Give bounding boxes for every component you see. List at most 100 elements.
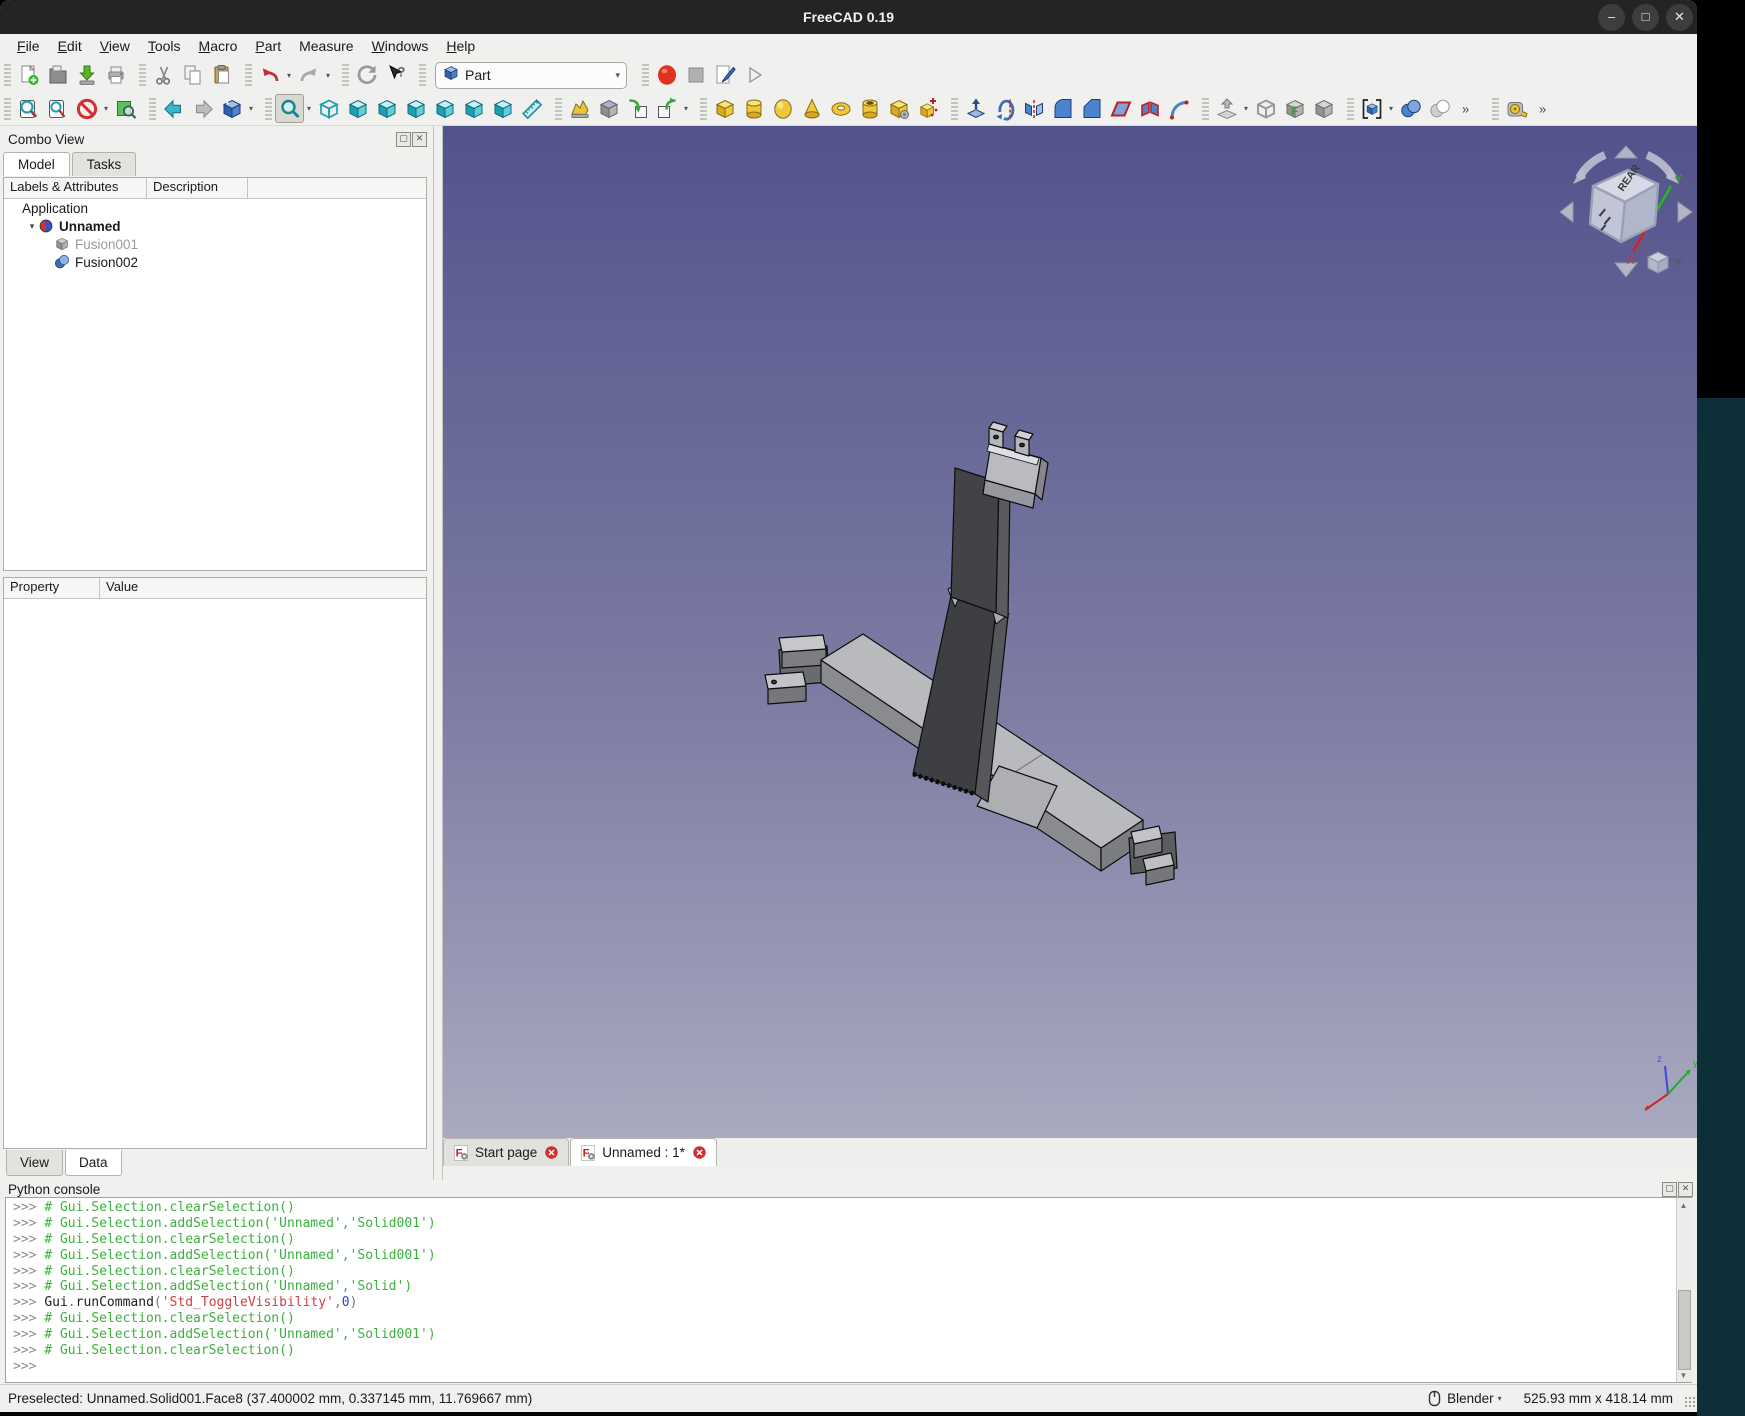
toolbar-handle-icon[interactable] xyxy=(4,98,11,120)
resize-grip[interactable] xyxy=(1684,1396,1696,1408)
toolbar-handle-icon[interactable] xyxy=(642,64,649,86)
toolbar-handle-icon[interactable] xyxy=(555,98,562,120)
cross-section-caret-icon[interactable]: ▾ xyxy=(1386,94,1396,123)
offset-button[interactable] xyxy=(1212,94,1241,123)
fillet-button[interactable] xyxy=(1048,94,1077,123)
menu-item-macro[interactable]: Macro xyxy=(190,37,247,55)
save-button[interactable] xyxy=(72,61,101,90)
offset-caret-icon[interactable]: ▾ xyxy=(1241,94,1251,123)
view-bottom-button[interactable] xyxy=(459,94,488,123)
tab-close-icon[interactable] xyxy=(692,1145,707,1160)
toolbar-handle-icon[interactable] xyxy=(1492,98,1499,120)
macro-record-button[interactable] xyxy=(652,61,681,90)
open-button[interactable] xyxy=(43,61,72,90)
primitives-dialog-button[interactable] xyxy=(913,94,942,123)
fit-all-button[interactable] xyxy=(14,94,43,123)
tab-tasks[interactable]: Tasks xyxy=(72,152,137,176)
fit-selection-button[interactable] xyxy=(43,94,72,123)
tree-item-unnamed[interactable]: ▾Unnamed xyxy=(4,217,426,235)
view-top-button[interactable] xyxy=(372,94,401,123)
nav-menu-caret-icon[interactable] xyxy=(1672,259,1684,266)
document-tab-start-page[interactable]: FStart page xyxy=(443,1138,569,1166)
view-axonometric-button[interactable] xyxy=(314,94,343,123)
menu-item-windows[interactable]: Windows xyxy=(363,37,438,55)
nav-back-button[interactable] xyxy=(159,94,188,123)
draw-style-button[interactable] xyxy=(72,94,101,123)
view-front-button[interactable] xyxy=(343,94,372,123)
zoom-tool-button[interactable] xyxy=(275,94,304,123)
property-header-value[interactable]: Value xyxy=(100,578,426,598)
tree-header-labels[interactable]: Labels & Attributes xyxy=(4,178,147,198)
primitive-sphere-button[interactable] xyxy=(768,94,797,123)
measure-linear-button[interactable] xyxy=(517,94,546,123)
boolean-union-button[interactable] xyxy=(1396,94,1425,123)
nav-mini-cube-icon[interactable] xyxy=(1648,252,1668,273)
cross-section-button[interactable] xyxy=(1357,94,1386,123)
import-part-button[interactable] xyxy=(623,94,652,123)
tree-item-fusion002[interactable]: Fusion002 xyxy=(4,253,426,271)
zoom-tool-caret-icon[interactable]: ▾ xyxy=(304,94,314,123)
tab-model[interactable]: Model xyxy=(3,152,70,176)
viewport-3d[interactable]: Y X REAR xyxy=(443,126,1697,1138)
toolbar-handle-icon[interactable] xyxy=(700,98,707,120)
tab-close-icon[interactable] xyxy=(544,1145,559,1160)
menu-item-measure[interactable]: Measure xyxy=(290,37,362,55)
menu-item-edit[interactable]: Edit xyxy=(49,37,91,55)
toolbar-handle-icon[interactable] xyxy=(149,98,156,120)
menu-item-help[interactable]: Help xyxy=(437,37,484,55)
dock-float-icon[interactable]: ▢ xyxy=(396,132,411,147)
toolbar-handle-icon[interactable] xyxy=(4,64,11,86)
close-button[interactable]: ✕ xyxy=(1666,4,1693,31)
fusion-model[interactable] xyxy=(765,422,1177,885)
undo-caret-icon[interactable]: ▾ xyxy=(284,61,294,90)
scroll-down-icon[interactable]: ▼ xyxy=(1678,1370,1689,1381)
simple-copy-button[interactable] xyxy=(1309,94,1338,123)
nav-style-selector[interactable]: Blender xyxy=(1447,1391,1494,1406)
toolbar-handle-icon[interactable] xyxy=(1202,98,1209,120)
console-float-icon[interactable]: ▢ xyxy=(1662,1182,1677,1197)
primitive-cone-button[interactable] xyxy=(797,94,826,123)
export-part-button[interactable] xyxy=(652,94,681,123)
toolbar-handle-icon[interactable] xyxy=(1347,98,1354,120)
cut-button[interactable] xyxy=(149,61,178,90)
maximize-button[interactable]: □ xyxy=(1632,4,1659,31)
toolbar-handle-icon[interactable] xyxy=(342,64,349,86)
view-rear-button[interactable] xyxy=(430,94,459,123)
boolean-common-button[interactable] xyxy=(1425,94,1454,123)
extrude-button[interactable] xyxy=(961,94,990,123)
tree-item-application[interactable]: Application xyxy=(4,199,426,217)
overflow-button[interactable]: » xyxy=(1454,94,1483,123)
vertical-splitter[interactable] xyxy=(433,126,443,1180)
menu-item-view[interactable]: View xyxy=(91,37,139,55)
mirror-button[interactable] xyxy=(1019,94,1048,123)
shape-from-mesh-button[interactable] xyxy=(565,94,594,123)
view-isometric-caret-icon[interactable]: ▾ xyxy=(246,94,256,123)
toolbar-handle-icon[interactable] xyxy=(245,64,252,86)
toolbar-handle-icon[interactable] xyxy=(419,64,426,86)
boolean-operation-button[interactable]: F xyxy=(1280,94,1309,123)
revolve-button[interactable] xyxy=(990,94,1019,123)
export-part-caret-icon[interactable]: ▾ xyxy=(681,94,691,123)
scroll-thumb[interactable] xyxy=(1678,1290,1691,1370)
primitive-box-button[interactable] xyxy=(710,94,739,123)
macro-edit-button[interactable] xyxy=(710,61,739,90)
primitive-torus-button[interactable] xyxy=(826,94,855,123)
refresh-button[interactable] xyxy=(352,61,381,90)
menu-item-part[interactable]: Part xyxy=(246,37,290,55)
dock-close-icon[interactable]: ✕ xyxy=(412,132,427,147)
selection-view-button[interactable] xyxy=(111,94,140,123)
expander-icon[interactable]: ▾ xyxy=(26,221,38,232)
minimize-button[interactable]: – xyxy=(1598,4,1625,31)
workbench-selector[interactable]: Part▾ xyxy=(435,62,627,89)
macro-play-button[interactable] xyxy=(739,61,768,90)
chamfer-button[interactable] xyxy=(1077,94,1106,123)
document-tab-unnamed[interactable]: FUnnamed : 1* xyxy=(570,1138,717,1166)
make-face-button[interactable] xyxy=(1106,94,1135,123)
nav-forward-button[interactable] xyxy=(188,94,217,123)
whats-this-button[interactable]: ? xyxy=(381,61,410,90)
view-right-button[interactable] xyxy=(401,94,430,123)
scroll-up-icon[interactable]: ▲ xyxy=(1678,1200,1689,1211)
print-button[interactable] xyxy=(101,61,130,90)
copy-button[interactable] xyxy=(178,61,207,90)
tab-data[interactable]: Data xyxy=(65,1150,122,1176)
